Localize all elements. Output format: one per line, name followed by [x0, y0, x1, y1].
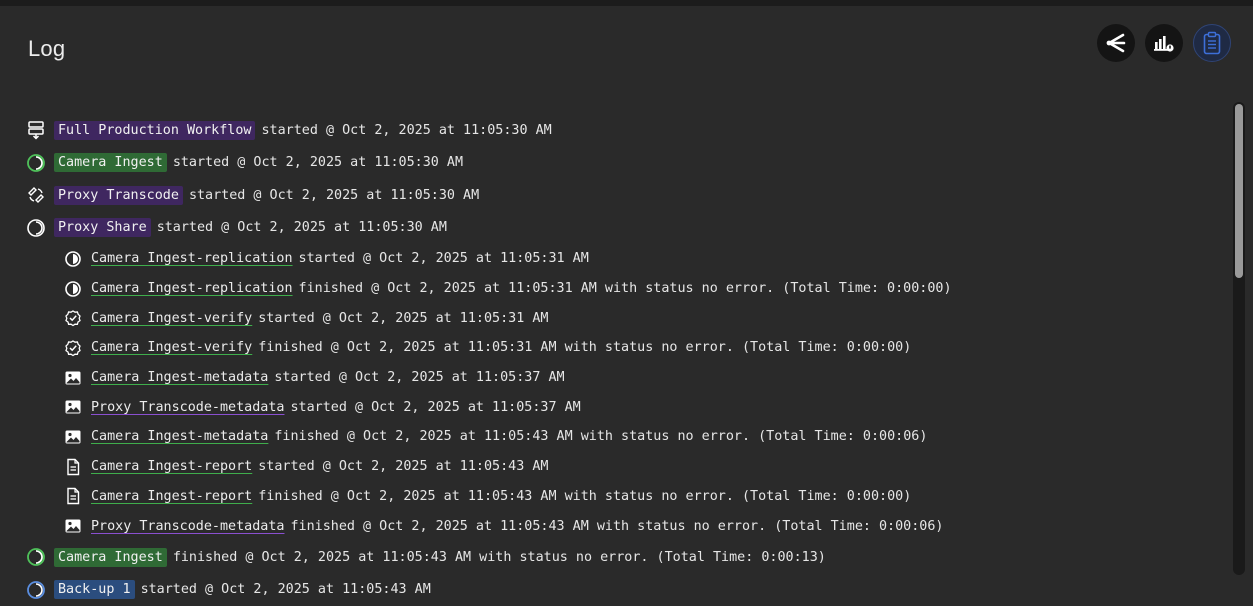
log-entry: Proxy Transcode-metadata finished @ Oct 2…	[26, 511, 1226, 541]
log-entry-tag: Camera Ingest	[54, 153, 167, 173]
log-list: Full Production Workflow started @ Oct 2,…	[26, 114, 1226, 606]
log-entry-message: finished @ Oct 2, 2025 at 11:05:31 AM wi…	[298, 281, 952, 297]
log-entry: Camera Ingest-report finished @ Oct 2, 20…	[26, 482, 1226, 512]
log-entry-message: finished @ Oct 2, 2025 at 11:05:43 AM wi…	[172, 549, 826, 565]
log-entry-link[interactable]: Camera Ingest-report	[91, 459, 252, 474]
workflow-branch-icon	[1104, 32, 1128, 54]
log-scrollbar[interactable]	[1233, 102, 1245, 575]
log-entry: Camera Ingest-metadata started @ Oct 2, 2…	[26, 363, 1226, 393]
log-entry-message: started @ Oct 2, 2025 at 11:05:30 AM	[188, 187, 480, 203]
log-clipboard-button[interactable]	[1193, 24, 1231, 62]
log-entry: Camera Ingest started @ Oct 2, 2025 at 11…	[26, 147, 1226, 180]
log-entry-message: started @ Oct 2, 2025 at 11:05:43 AM	[140, 582, 431, 598]
ingest-circle-icon	[26, 153, 46, 173]
workflow-icon	[26, 120, 46, 140]
log-entry-tag: Full Production Workflow	[54, 120, 256, 140]
log-entry: Proxy Transcode-metadata started @ Oct 2,…	[26, 392, 1226, 422]
log-entry-message: finished @ Oct 2, 2025 at 11:05:43 AM wi…	[290, 518, 944, 534]
log-entry-message: started @ Oct 2, 2025 at 11:05:37 AM	[274, 370, 565, 386]
log-entry-message: started @ Oct 2, 2025 at 11:05:37 AM	[290, 399, 581, 415]
log-entry: Camera Ingest-verify started @ Oct 2, 202…	[26, 303, 1226, 333]
image-metadata-icon	[64, 398, 82, 416]
log-entry-link[interactable]: Camera Ingest-replication	[91, 281, 293, 296]
replication-icon	[64, 250, 82, 268]
log-entry-tag: Camera Ingest	[54, 547, 167, 567]
log-entry-message: finished @ Oct 2, 2025 at 11:05:31 AM wi…	[258, 340, 912, 356]
transcode-icon	[26, 185, 46, 205]
log-entry: Camera Ingest-replication finished @ Oct …	[26, 274, 1226, 304]
log-entry: Full Production Workflow started @ Oct 2,…	[26, 114, 1226, 147]
log-entry-link[interactable]: Camera Ingest-report	[91, 489, 252, 504]
image-metadata-icon	[64, 369, 82, 387]
log-entry-message: started @ Oct 2, 2025 at 11:05:31 AM	[258, 310, 549, 326]
toolbar	[1097, 24, 1231, 62]
stats-button[interactable]	[1145, 24, 1183, 62]
log-entry-tag: Back-up 1	[54, 580, 135, 600]
image-metadata-icon	[64, 517, 82, 535]
log-entry: Camera Ingest-verify finished @ Oct 2, 20…	[26, 333, 1226, 363]
log-entry: Proxy Share started @ Oct 2, 2025 at 11:0…	[26, 212, 1226, 245]
log-entry-link[interactable]: Camera Ingest-metadata	[91, 370, 268, 385]
log-panel: Log Full Production Workflow started @ O…	[0, 0, 1253, 600]
log-entry-message: started @ Oct 2, 2025 at 11:05:30 AM	[172, 155, 464, 171]
verify-check-icon	[64, 339, 82, 357]
report-document-icon	[64, 487, 82, 505]
log-entry-link[interactable]: Camera Ingest-verify	[91, 340, 252, 355]
log-entry-link[interactable]: Camera Ingest-metadata	[91, 429, 268, 444]
log-entry-message: started @ Oct 2, 2025 at 11:05:31 AM	[298, 251, 589, 267]
log-entry: Proxy Transcode started @ Oct 2, 2025 at …	[26, 179, 1226, 212]
log-entry-message: finished @ Oct 2, 2025 at 11:05:43 AM wi…	[274, 429, 928, 445]
backup-circle-icon	[26, 580, 46, 600]
log-entry: Camera Ingest-metadata finished @ Oct 2, …	[26, 422, 1226, 452]
log-entry-link[interactable]: Camera Ingest-verify	[91, 311, 252, 326]
replication-icon	[64, 280, 82, 298]
report-document-icon	[64, 458, 82, 476]
workflow-branch-button[interactable]	[1097, 24, 1135, 62]
scrollbar-thumb[interactable]	[1235, 104, 1243, 278]
log-entry: Camera Ingest-report started @ Oct 2, 202…	[26, 452, 1226, 482]
clipboard-icon	[1203, 31, 1221, 55]
verify-check-icon	[64, 309, 82, 327]
log-entry-tag: Proxy Share	[54, 218, 151, 238]
log-entry-tag: Proxy Transcode	[54, 185, 183, 205]
log-entry-message: finished @ Oct 2, 2025 at 11:05:43 AM wi…	[258, 488, 912, 504]
log-entry-message: started @ Oct 2, 2025 at 11:05:30 AM	[156, 220, 447, 236]
log-entry: Back-up 1 started @ Oct 2, 2025 at 11:05:…	[26, 573, 1226, 606]
share-circle-icon	[26, 218, 46, 238]
log-entry-link[interactable]: Camera Ingest-replication	[91, 251, 293, 266]
log-entry-message: started @ Oct 2, 2025 at 11:05:30 AM	[261, 122, 552, 138]
log-entry-message: started @ Oct 2, 2025 at 11:05:43 AM	[258, 459, 549, 475]
log-entry-link[interactable]: Proxy Transcode-metadata	[91, 400, 284, 415]
stats-chart-icon	[1153, 33, 1175, 53]
log-entry-link[interactable]: Proxy Transcode-metadata	[91, 519, 284, 534]
log-entry: Camera Ingest-replication started @ Oct 2…	[26, 244, 1226, 274]
page-title: Log	[28, 36, 66, 61]
ingest-circle-icon	[26, 547, 46, 567]
image-metadata-icon	[64, 428, 82, 446]
